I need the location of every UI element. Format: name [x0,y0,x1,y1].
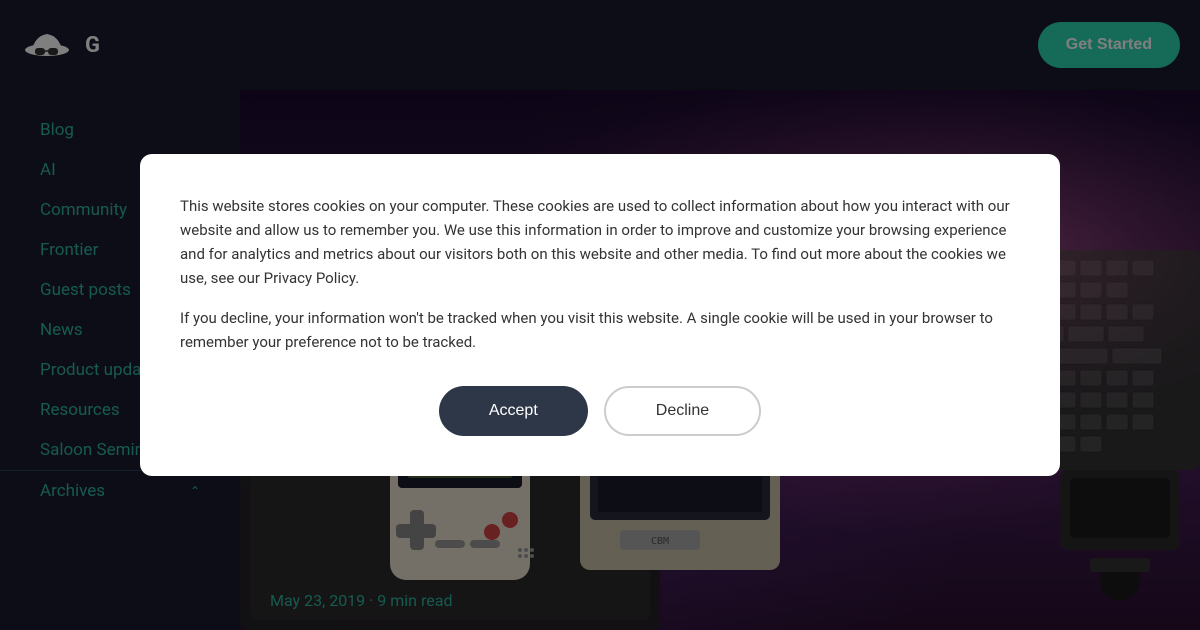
accept-button[interactable]: Accept [439,386,588,436]
cookie-modal: This website stores cookies on your comp… [140,154,1060,476]
cookie-buttons: Accept Decline [180,386,1020,436]
cookie-body-2: If you decline, your information won't b… [180,306,1020,354]
cookie-body-1: This website stores cookies on your comp… [180,194,1020,290]
decline-button[interactable]: Decline [604,386,761,436]
modal-overlay: This website stores cookies on your comp… [0,0,1200,630]
